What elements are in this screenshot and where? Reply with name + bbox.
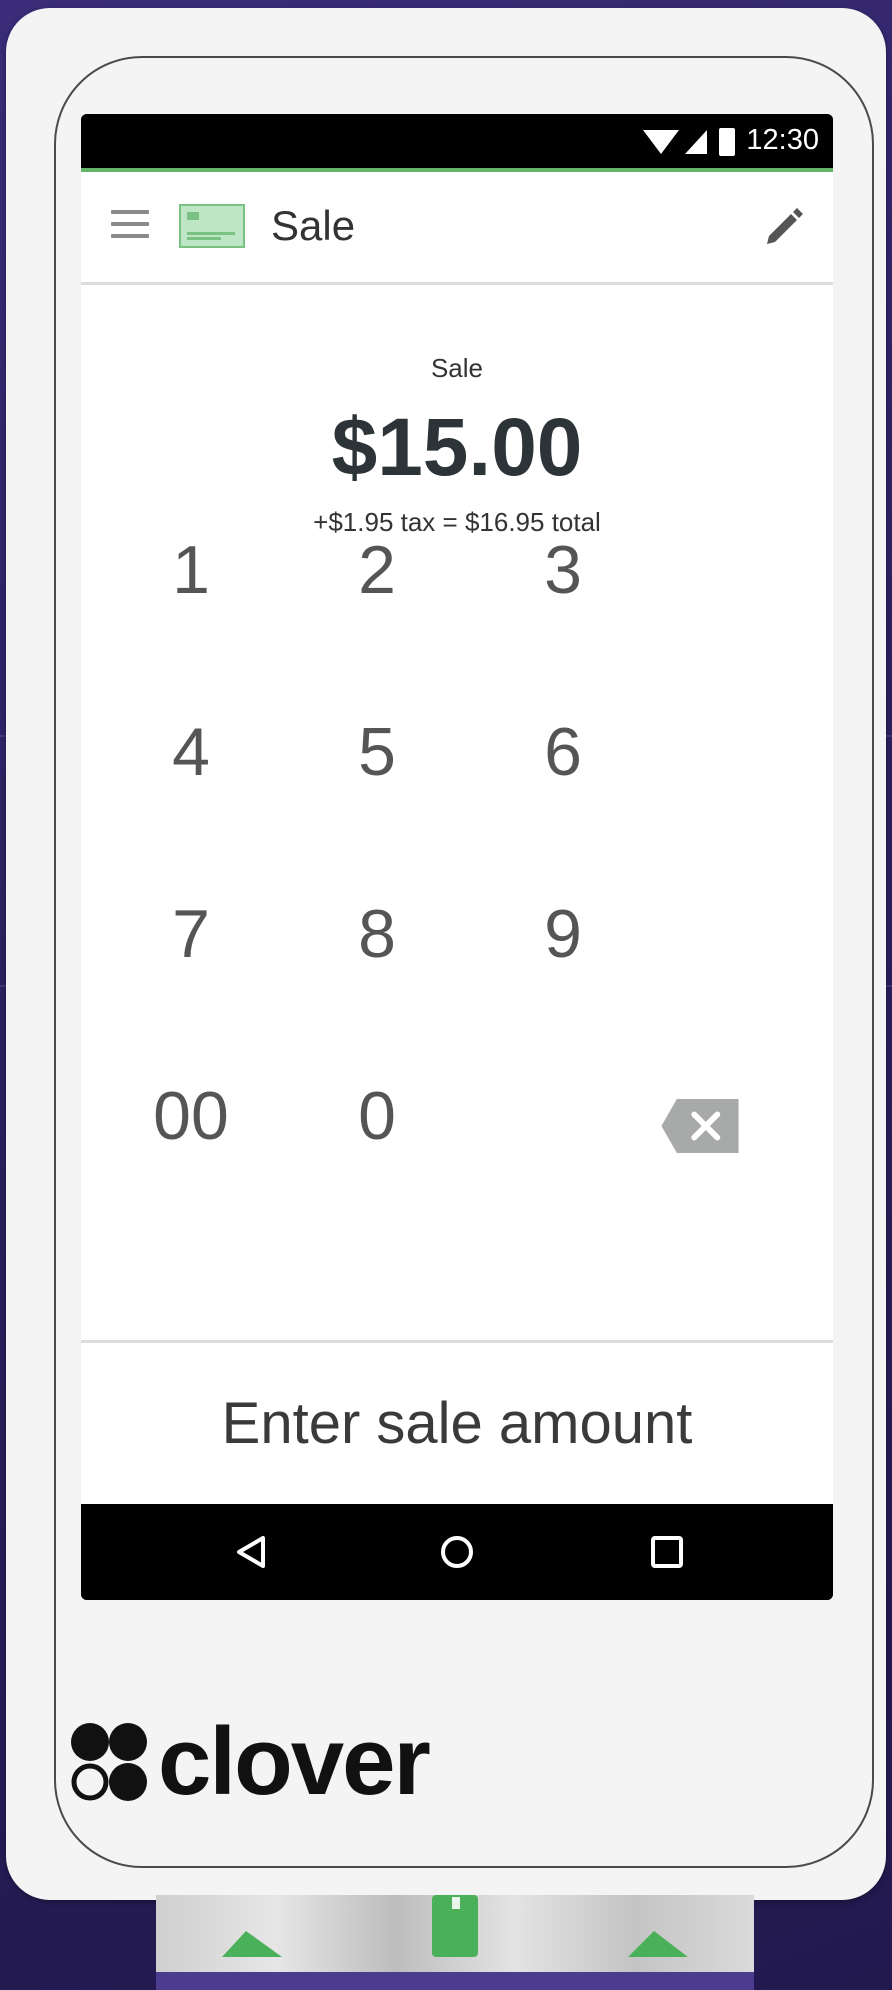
recent-apps-icon[interactable] bbox=[645, 1530, 689, 1574]
key-3[interactable]: 3 bbox=[453, 505, 673, 635]
device-screen: 12:30 Sale Sale $15.00 +$1.95 tax = $16.… bbox=[81, 114, 833, 1600]
home-icon[interactable] bbox=[435, 1530, 479, 1574]
clover-leaf-icon bbox=[71, 1723, 147, 1801]
dock-base bbox=[156, 1972, 754, 1990]
signal-icon bbox=[685, 130, 707, 154]
dock-arrow-right-icon bbox=[628, 1931, 688, 1957]
dock-arrow-left-icon bbox=[222, 1931, 282, 1957]
sale-entry-panel: Sale $15.00 +$1.95 tax = $16.95 total 1 … bbox=[81, 285, 833, 1340]
edit-pencil-icon[interactable] bbox=[761, 206, 805, 250]
brand-name: clover bbox=[158, 1708, 431, 1815]
status-bar: 12:30 bbox=[81, 114, 833, 168]
enter-amount-prompt: Enter sale amount bbox=[81, 1343, 833, 1504]
back-icon[interactable] bbox=[229, 1530, 273, 1574]
sale-type-label: Sale bbox=[430, 353, 484, 383]
battery-icon bbox=[719, 128, 735, 156]
wifi-icon bbox=[643, 130, 679, 154]
sale-amount: $15.00 bbox=[331, 402, 583, 493]
page-title: Sale bbox=[271, 202, 356, 249]
key-9[interactable]: 9 bbox=[453, 869, 673, 999]
backspace-icon[interactable] bbox=[660, 1099, 740, 1153]
android-nav-bar bbox=[81, 1504, 833, 1600]
sale-bill-icon bbox=[179, 204, 245, 248]
key-0[interactable]: 0 bbox=[267, 1051, 487, 1181]
status-time: 12:30 bbox=[746, 124, 819, 156]
key-6[interactable]: 6 bbox=[453, 687, 673, 817]
app-toolbar: Sale bbox=[81, 172, 833, 285]
hamburger-menu-icon[interactable] bbox=[111, 210, 149, 240]
